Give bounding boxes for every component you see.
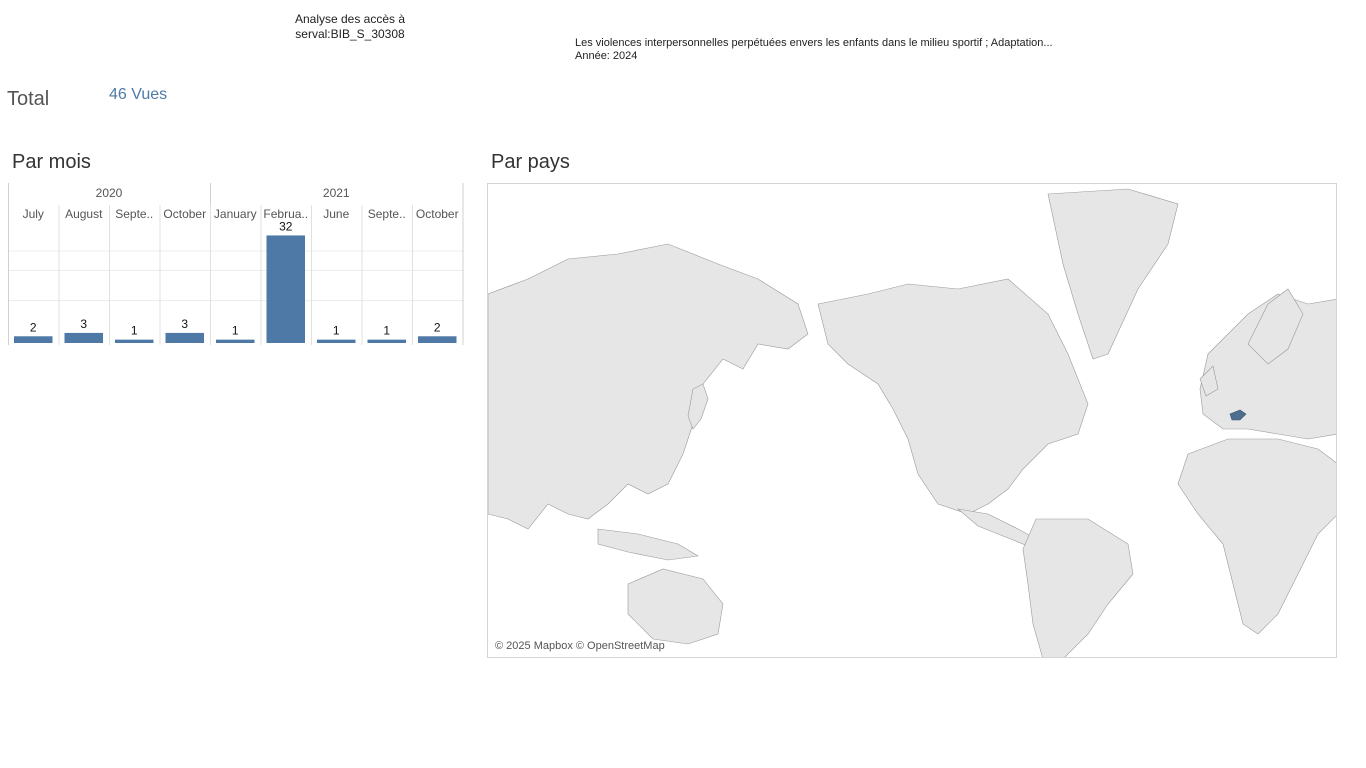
monthly-bar-chart: 2020 2021 July 2 August 3 Septe.. 1 October 3 Janu… <box>8 183 464 345</box>
document-year: Année: 2024 <box>575 50 638 62</box>
page-title-line1: Analyse des accès à <box>294 12 406 26</box>
chart-month-label: Septe.. <box>368 207 406 221</box>
chart-month-label: July <box>23 207 44 221</box>
chart-value-label: 32 <box>279 219 293 233</box>
page-title: Analyse des accès à serval:BIB_S_30308 <box>280 12 420 42</box>
chart-year-label: 2021 <box>323 186 350 200</box>
chart-bar[interactable] <box>14 336 53 343</box>
world-map-svg[interactable] <box>488 184 1337 658</box>
chart-month-label: January <box>214 207 257 221</box>
section-title-by-country: Par pays <box>491 151 570 173</box>
map-land-australia <box>627 568 724 645</box>
page-title-line2: serval:BIB_S_30308 <box>295 27 405 41</box>
chart-value-label: 1 <box>383 324 390 338</box>
chart-bar[interactable] <box>64 332 104 343</box>
total-label: Total <box>7 88 50 110</box>
chart-value-label: 3 <box>80 317 87 331</box>
map-land-greenland <box>1047 188 1179 360</box>
chart-bar[interactable] <box>418 336 457 343</box>
chart-month-label: June <box>323 207 349 221</box>
monthly-bar-chart-svg: 2020 2021 July 2 August 3 Septe.. 1 October 3 Janu… <box>8 183 464 345</box>
map-land-africa <box>1177 438 1336 635</box>
chart-bar[interactable] <box>266 235 306 343</box>
chart-bar[interactable] <box>317 339 356 343</box>
chart-value-label: 3 <box>181 317 188 331</box>
map-land-asia <box>488 243 809 530</box>
document-title: Les violences interpersonnelles perpétué… <box>575 37 1053 49</box>
map-attribution[interactable]: © 2025 Mapbox © OpenStreetMap <box>495 640 665 652</box>
section-title-by-month: Par mois <box>12 151 91 173</box>
map-land-north-america <box>817 278 1089 515</box>
chart-month-label: October <box>416 207 459 221</box>
chart-bar[interactable] <box>216 339 255 343</box>
document-info: Les violences interpersonnelles perpétué… <box>575 37 1053 63</box>
dashboard: Analyse des accès à serval:BIB_S_30308 L… <box>0 0 1366 768</box>
map-land-south-america <box>1022 518 1134 657</box>
chart-value-label: 1 <box>333 324 340 338</box>
chart-bar[interactable] <box>165 332 205 343</box>
chart-bar[interactable] <box>115 339 154 343</box>
chart-bar[interactable] <box>367 339 407 343</box>
map-land-indonesia <box>597 528 699 561</box>
chart-month-label: August <box>65 207 103 221</box>
chart-value-label: 2 <box>30 320 37 334</box>
chart-value-label: 1 <box>232 324 239 338</box>
total-views-value[interactable]: 46 Vues <box>109 86 167 104</box>
chart-month-label: Septe.. <box>115 207 153 221</box>
country-map[interactable]: © 2025 Mapbox © OpenStreetMap <box>487 183 1337 658</box>
chart-month-label: October <box>163 207 206 221</box>
map-land-central-america <box>956 508 1037 547</box>
chart-value-label: 2 <box>434 320 441 334</box>
chart-value-label: 1 <box>131 324 138 338</box>
chart-year-label: 2020 <box>96 186 123 200</box>
